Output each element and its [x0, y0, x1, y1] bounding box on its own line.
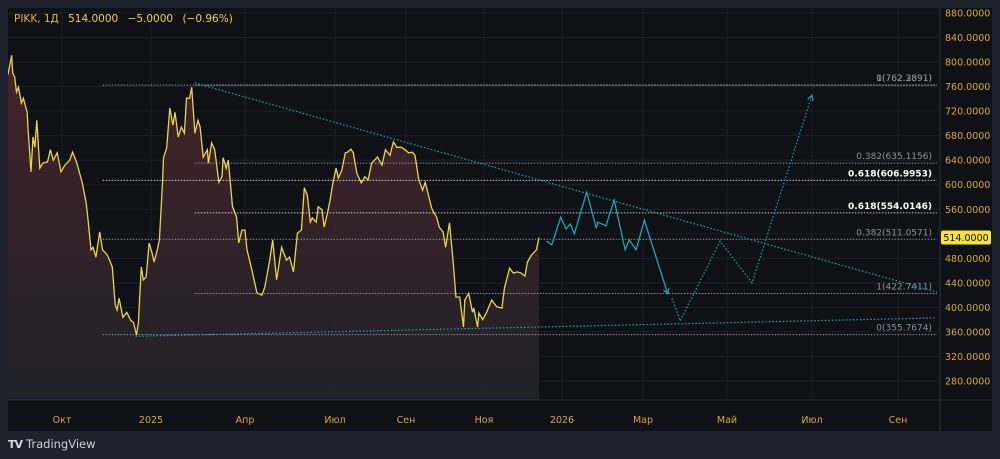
fib-level-label: 0.382(511.0571) — [856, 228, 932, 238]
y-tick-label: 440.0000 — [945, 278, 990, 289]
time-axis[interactable]: Окт 2025 Апр Июл Сен Ноя 2026 Мар Май Июл Сен — [53, 415, 908, 426]
price-area — [8, 55, 539, 400]
y-tick-label: 720.0000 — [945, 107, 990, 118]
x-tick-label: Июл — [801, 415, 822, 426]
fib-level-label: 0.618(554.0146) — [848, 202, 932, 212]
y-tick-label: 640.0000 — [945, 156, 990, 167]
fib-level-label: 0.618(606.9953) — [848, 169, 932, 179]
projection[interactable] — [546, 93, 814, 323]
y-tick-label: 560.0000 — [945, 205, 990, 216]
x-tick-label: 2026 — [550, 415, 574, 426]
price-axis[interactable]: 880.0000 840.0000 800.0000 760.0000 720.0000… — [945, 8, 990, 387]
x-tick-label: Окт — [53, 415, 72, 426]
x-tick-label: Ноя — [475, 415, 494, 426]
y-tick-label: 360.0000 — [945, 327, 990, 338]
symbol-legend[interactable]: PIKK, 1Д 514.0000 −5.0000 (−0.96%) — [14, 13, 239, 25]
tradingview-logo-icon: TV — [8, 437, 23, 451]
projection-path-dotted[interactable] — [671, 94, 813, 323]
y-tick-label: 880.0000 — [945, 8, 990, 19]
fib-level-label: 1(762.2891) — [876, 74, 932, 84]
y-tick-label: 280.0000 — [945, 377, 990, 388]
y-tick-label: 760.0000 — [945, 82, 990, 93]
last-price: 514.0000 — [68, 13, 119, 25]
x-tick-label: Май — [717, 415, 737, 426]
tradingview-logo[interactable]: TV TradingView — [8, 437, 96, 451]
projection-path-solid[interactable] — [546, 189, 669, 295]
x-tick-label: Сен — [397, 415, 416, 426]
current-price-tag: 514.0000 — [941, 230, 991, 245]
y-tick-label: 600.0000 — [945, 180, 990, 191]
y-tick-label: 320.0000 — [945, 352, 990, 363]
logo-text: TradingView — [26, 437, 96, 451]
price-chart[interactable]: 0(762.3891)1(762.2891)0.382(635.1156)0.6… — [0, 0, 1000, 459]
y-tick-label: 680.0000 — [945, 131, 990, 142]
x-tick-label: Сен — [889, 415, 908, 426]
symbol-label: PIKK, 1Д — [14, 13, 59, 25]
svg-text:514.0000: 514.0000 — [943, 233, 988, 244]
y-tick-label: 400.0000 — [945, 303, 990, 314]
price-change: −5.0000 — [127, 13, 174, 25]
fib-level-label: 1(422.7411) — [876, 282, 932, 292]
y-tick-label: 840.0000 — [945, 33, 990, 44]
fib-level-label: 0(355.7674) — [876, 324, 932, 334]
x-tick-label: Апр — [236, 415, 255, 426]
fib-level-label: 0.382(635.1156) — [856, 152, 932, 162]
x-tick-label: 2025 — [139, 415, 163, 426]
x-tick-label: Мар — [633, 415, 653, 426]
price-change-pct: (−0.96%) — [182, 13, 233, 25]
y-tick-label: 800.0000 — [945, 58, 990, 69]
x-tick-label: Июл — [324, 415, 345, 426]
y-tick-label: 480.0000 — [945, 254, 990, 265]
